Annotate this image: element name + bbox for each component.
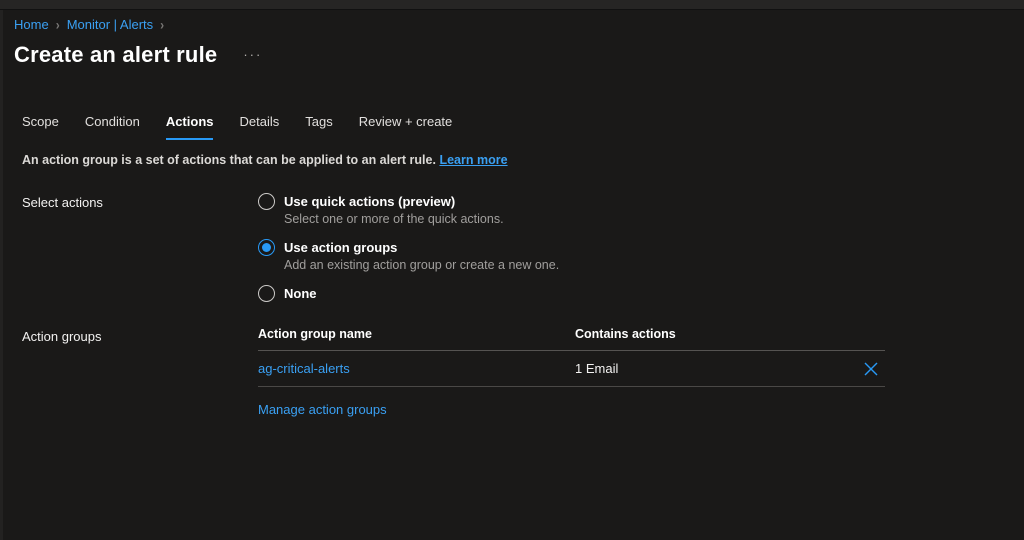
manage-link-row: Manage action groups [258,401,885,419]
more-options-icon[interactable]: ··· [243,50,262,60]
radio-description: Select one or more of the quick actions. [284,212,504,226]
info-line: An action group is a set of actions that… [22,153,1024,167]
tab-review-create[interactable]: Review + create [359,114,453,140]
breadcrumb-chevron-icon: › [56,16,60,32]
create-alert-rule-page: Home › Monitor | Alerts › Create an aler… [0,10,1024,419]
manage-action-groups-link[interactable]: Manage action groups [258,402,387,417]
radio-none[interactable]: None [258,285,559,302]
tab-details[interactable]: Details [239,114,279,140]
tab-tags[interactable]: Tags [305,114,332,140]
column-header-action-group-name: Action group name [258,327,575,341]
breadcrumb-chevron-icon: › [160,16,164,32]
tab-bar: Scope Condition Actions Details Tags Rev… [22,114,1024,140]
select-actions-label: Select actions [22,193,258,302]
select-actions-radio-group: Use quick actions (preview) Select one o… [258,193,559,302]
radio-unselected-icon[interactable] [258,285,275,302]
window-top-edge [0,0,1024,10]
radio-unselected-icon[interactable] [258,193,275,210]
breadcrumb: Home › Monitor | Alerts › [14,17,1024,32]
column-header-contains-actions: Contains actions [575,327,885,341]
learn-more-link[interactable]: Learn more [439,153,507,167]
tab-condition[interactable]: Condition [85,114,140,140]
title-row: Create an alert rule ··· [14,42,1024,68]
page-title: Create an alert rule [14,42,217,68]
radio-use-action-groups[interactable]: Use action groups Add an existing action… [258,239,559,272]
contains-actions-value: 1 Email [575,361,855,376]
radio-description: Add an existing action group or create a… [284,258,559,272]
remove-action-group-button[interactable] [855,361,879,377]
action-groups-table: Action group name Contains actions ag-cr… [258,327,885,419]
breadcrumb-home-link[interactable]: Home [14,17,49,32]
radio-selected-icon[interactable] [258,239,275,256]
table-header-row: Action group name Contains actions [258,327,885,351]
tab-actions[interactable]: Actions [166,114,214,140]
close-x-icon [863,361,879,377]
select-actions-row: Select actions Use quick actions (previe… [22,193,1024,302]
radio-use-quick-actions[interactable]: Use quick actions (preview) Select one o… [258,193,559,226]
action-groups-row: Action groups Action group name Contains… [22,327,1024,419]
radio-label: Use quick actions (preview) [284,193,504,210]
table-row: ag-critical-alerts 1 Email [258,351,885,387]
radio-label: Use action groups [284,239,559,256]
breadcrumb-monitor-alerts-link[interactable]: Monitor | Alerts [67,17,153,32]
action-groups-label: Action groups [22,327,258,419]
action-group-name-link[interactable]: ag-critical-alerts [258,361,350,376]
tab-scope[interactable]: Scope [22,114,59,140]
info-text: An action group is a set of actions that… [22,153,436,167]
radio-label: None [284,285,317,302]
